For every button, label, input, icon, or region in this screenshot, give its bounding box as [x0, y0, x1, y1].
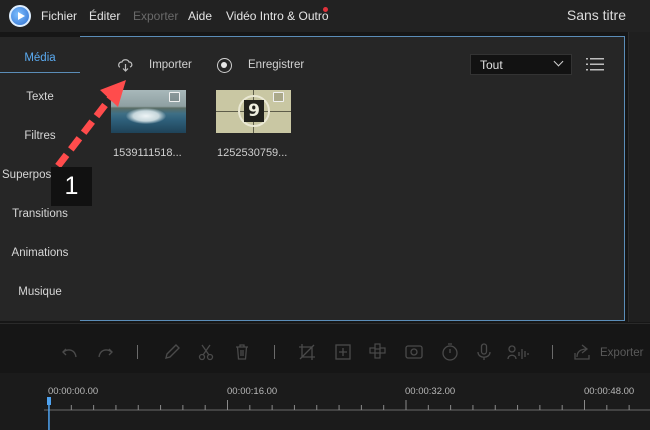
time-marker: 00:00:32.00 [405, 386, 456, 397]
media-filter-select[interactable]: Tout [470, 54, 572, 75]
undo-icon[interactable] [61, 343, 79, 361]
record-button[interactable]: Enregistrer [248, 59, 304, 71]
pen-icon[interactable] [163, 343, 181, 361]
redo-icon[interactable] [96, 343, 114, 361]
trash-icon[interactable] [233, 343, 251, 361]
time-marker: 00:00:00.00 [48, 386, 99, 397]
sidebar-divider [0, 72, 81, 73]
notification-dot [323, 7, 328, 12]
tab-music[interactable]: Musique [0, 273, 80, 312]
freeze-frame-icon[interactable] [405, 343, 423, 361]
menu-export[interactable]: Exporter [133, 9, 178, 23]
select-checkbox[interactable] [273, 92, 284, 102]
project-title: Sans titre [566, 7, 626, 23]
toolbar-separator [274, 345, 275, 359]
media-panel [80, 36, 625, 321]
countdown-number: 9 [244, 100, 264, 122]
tab-animations[interactable]: Animations [0, 234, 80, 273]
time-marker: 00:00:48.00 [584, 386, 635, 397]
export-icon[interactable] [573, 343, 591, 361]
crop-icon[interactable] [298, 343, 316, 361]
preview-edge [628, 32, 650, 322]
import-button[interactable]: Importer [149, 59, 192, 71]
chevron-down-icon [553, 56, 564, 67]
ruler-ticks [44, 400, 650, 411]
import-icon[interactable] [117, 58, 134, 73]
toolbar-separator [137, 345, 138, 359]
record-icon[interactable] [217, 58, 232, 73]
playhead[interactable] [47, 397, 51, 430]
select-checkbox[interactable] [169, 92, 180, 102]
menu-edit[interactable]: Éditer [89, 9, 120, 23]
menu-file[interactable]: Fichier [41, 9, 77, 23]
media-item-label: 1252530759... [217, 147, 288, 159]
menu-help[interactable]: Aide [188, 9, 212, 23]
speed-icon[interactable] [441, 343, 459, 361]
export-button[interactable]: Exporter [600, 347, 643, 359]
scissors-icon[interactable] [197, 343, 215, 361]
mosaic-icon[interactable] [369, 343, 387, 361]
voice-icon[interactable] [507, 343, 531, 361]
zoom-icon[interactable] [334, 343, 352, 361]
list-view-icon[interactable] [586, 57, 604, 72]
annotation-arrow [55, 80, 126, 169]
toolbar-separator [552, 345, 553, 359]
menu-intro-outro[interactable]: Vidéo Intro & Outro [226, 9, 329, 23]
microphone-icon[interactable] [475, 343, 493, 361]
time-marker: 00:00:16.00 [227, 386, 278, 397]
media-filter-value: Tout [480, 58, 503, 72]
thumbnail-image [126, 108, 166, 124]
app-logo[interactable] [9, 5, 31, 27]
step-number-badge: 1 [51, 167, 92, 206]
